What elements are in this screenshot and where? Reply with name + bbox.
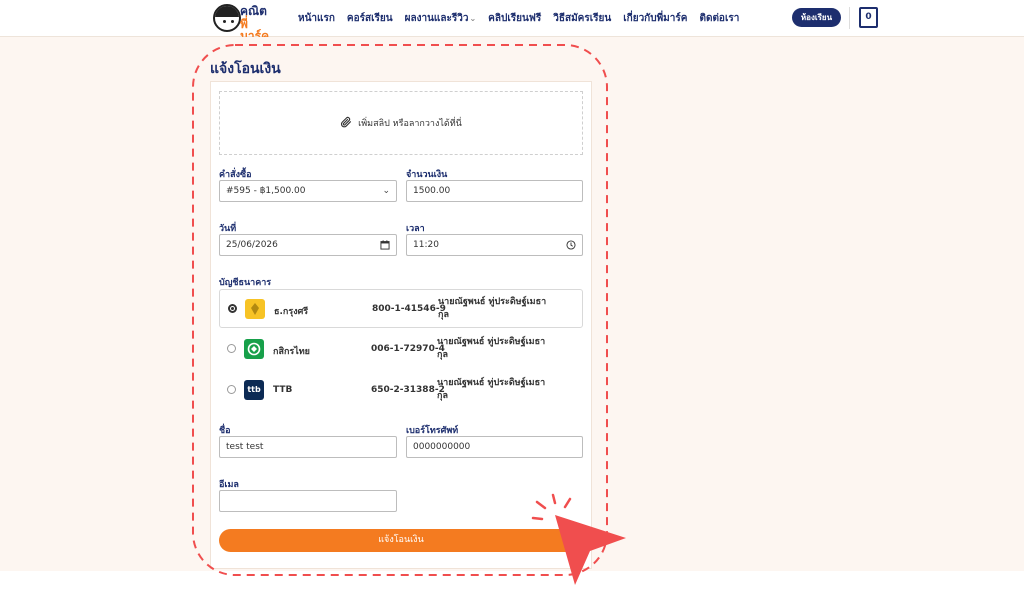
krungsri-logo-icon <box>245 299 265 319</box>
nav-home[interactable]: หน้าแรก <box>298 11 335 26</box>
bank-radio[interactable] <box>227 385 236 394</box>
kbank-logo-icon <box>244 339 264 359</box>
chevron-down-icon: ⌄ <box>469 14 477 23</box>
date-input-value: 25/06/2026 <box>226 240 278 250</box>
calendar-icon[interactable] <box>380 235 390 258</box>
ttb-logo-icon: ttb <box>244 380 264 400</box>
order-label: คำสั่งซื้อ <box>219 170 252 180</box>
phone-label: เบอร์โทรศัพท์ <box>406 426 459 436</box>
paperclip-icon <box>340 116 352 131</box>
order-select[interactable]: #595 - ฿1,500.00 ⌄ <box>219 180 397 202</box>
logo-mascot-icon <box>213 4 241 32</box>
bank-account-number: 006-1-72970-4 <box>371 344 445 354</box>
name-input-value: test test <box>226 442 264 452</box>
bank-section-label: บัญชีธนาคาร <box>219 278 272 288</box>
time-input-value: 11:20 <box>413 240 439 250</box>
name-label: ชื่อ <box>219 426 231 436</box>
amount-input-value: 1500.00 <box>413 186 451 196</box>
bank-account-number: 650-2-31388-2 <box>371 385 445 395</box>
email-input[interactable] <box>219 490 397 512</box>
dropzone-label: เพิ่มสลิป หรือลากวางได้ที่นี่ <box>358 119 462 129</box>
amount-label: จำนวนเงิน <box>406 170 448 180</box>
nav-about[interactable]: เกี่ยวกับพี่มาร์ค <box>623 11 687 26</box>
bank-account-holder: นายณัฐพนธ์ ทู่ประดิษฐ์เมธากุล <box>438 297 547 320</box>
bank-option-kasikorn[interactable]: กสิกรไทย 006-1-72970-4 นายณัฐพนธ์ ทู่ประ… <box>219 330 583 369</box>
amount-input[interactable]: 1500.00 <box>406 180 583 202</box>
nav-courses[interactable]: คอร์สเรียน <box>347 11 393 26</box>
bank-name: TTB <box>273 385 293 395</box>
date-label: วันที่ <box>219 224 237 234</box>
bank-option-krungsri[interactable]: ธ.กรุงศรี 800-1-41546-9 นายณัฐพนธ์ ทู่ปร… <box>219 289 583 328</box>
chevron-down-icon: ⌄ <box>382 186 390 196</box>
time-input[interactable]: 11:20 <box>406 234 583 256</box>
bank-radio[interactable] <box>228 304 237 313</box>
main-nav: หน้าแรก คอร์สเรียน ผลงานและรีวิว⌄ คลิปเร… <box>298 11 739 26</box>
nav-how-to-enroll[interactable]: วิธีสมัครเรียน <box>553 11 611 26</box>
email-label: อีเมล <box>219 480 239 490</box>
order-select-value: #595 - ฿1,500.00 <box>226 186 306 196</box>
cart-button[interactable]: 0 <box>859 7 878 28</box>
bank-name: ธ.กรุงศรี <box>274 307 309 317</box>
logo-text-line1: คณิต <box>240 4 267 18</box>
header-divider <box>849 7 850 29</box>
bank-account-holder: นายณัฐพนธ์ ทู่ประดิษฐ์เมธากุล <box>437 378 546 401</box>
nav-contact[interactable]: ติดต่อเรา <box>699 11 739 26</box>
time-label: เวลา <box>406 224 425 234</box>
submit-transfer-button[interactable]: แจ้งโอนเงิน <box>219 529 583 552</box>
nav-reviews-label: ผลงานและรีวิว <box>404 13 469 24</box>
clock-icon[interactable] <box>566 235 576 258</box>
classroom-button[interactable]: ห้องเรียน <box>792 8 841 27</box>
bank-option-ttb[interactable]: ttb TTB 650-2-31388-2 นายณัฐพนธ์ ทู่ประด… <box>219 371 583 410</box>
bank-account-holder: นายณัฐพนธ์ ทู่ประดิษฐ์เมธากุล <box>437 337 546 360</box>
name-input[interactable]: test test <box>219 436 397 458</box>
site-logo[interactable]: คณิต พี่มาร์ค <box>213 4 273 42</box>
phone-input[interactable]: 0000000000 <box>406 436 583 458</box>
bank-name: กสิกรไทย <box>273 347 310 357</box>
date-input[interactable]: 25/06/2026 <box>219 234 397 256</box>
phone-input-value: 0000000000 <box>413 442 471 452</box>
top-navbar: คณิต พี่มาร์ค หน้าแรก คอร์สเรียน ผลงานแล… <box>0 0 1024 42</box>
page-title: แจ้งโอนเงิน <box>210 61 281 77</box>
slip-dropzone[interactable]: เพิ่มสลิป หรือลากวางได้ที่นี่ <box>219 91 583 155</box>
nav-free-clips[interactable]: คลิปเรียนฟรี <box>488 11 541 26</box>
nav-reviews[interactable]: ผลงานและรีวิว⌄ <box>405 11 477 26</box>
bank-account-number: 800-1-41546-9 <box>372 304 446 314</box>
bank-radio[interactable] <box>227 344 236 353</box>
